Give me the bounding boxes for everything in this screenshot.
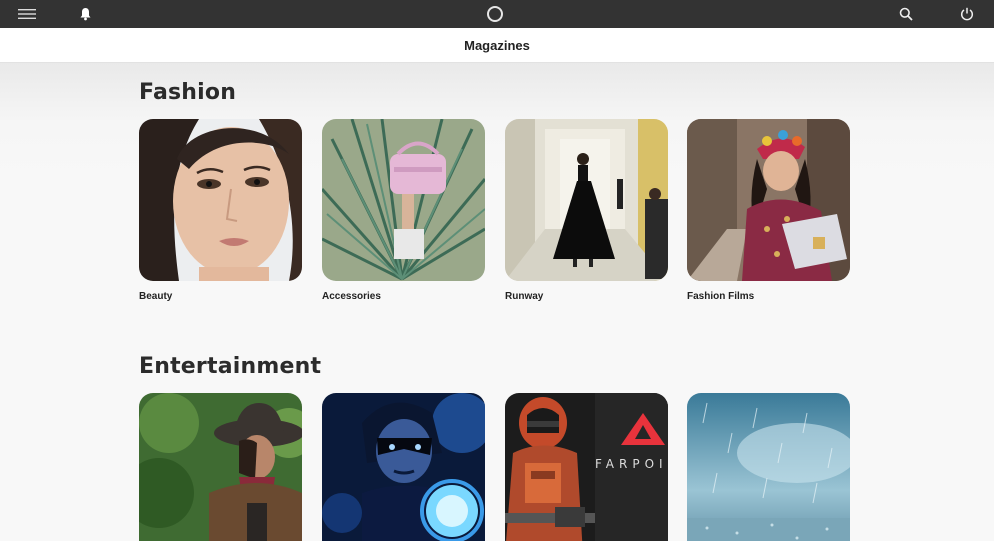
farpoint-logo-text: FARPOI <box>595 457 668 471</box>
magazines-content: Fashion Beauty Accessories Runway Fashio… <box>0 63 994 541</box>
tile-label: Runway <box>505 291 544 302</box>
tile-label: Fashion Films <box>687 291 755 302</box>
bell-icon[interactable] <box>74 0 96 28</box>
top-bar <box>0 0 994 28</box>
tile-label: Beauty <box>139 291 173 302</box>
section-title-entertainment: Entertainment <box>139 354 322 379</box>
tile-entertainment-3[interactable]: FARPOI <box>505 393 668 541</box>
tile-beauty[interactable]: Beauty <box>139 119 302 302</box>
cowboy-hat-woman-image <box>139 393 302 541</box>
power-icon[interactable] <box>956 0 978 28</box>
title-bar: Magazines <box>0 28 994 63</box>
tile-accessories[interactable]: Accessories <box>322 119 485 302</box>
rain-image <box>687 393 850 541</box>
tile-label: Accessories <box>322 291 381 302</box>
blue-face-paint-image <box>322 393 485 541</box>
farpoint-astronaut-image: FARPOI <box>505 393 668 541</box>
accessories-image <box>322 119 485 281</box>
tile-runway[interactable]: Runway <box>505 119 668 302</box>
tile-fashion-films[interactable]: Fashion Films <box>687 119 850 302</box>
tile-entertainment-2[interactable] <box>322 393 485 541</box>
tile-entertainment-1[interactable] <box>139 393 302 541</box>
runway-image <box>505 119 668 281</box>
section-title-fashion: Fashion <box>139 80 237 105</box>
search-icon[interactable] <box>895 0 917 28</box>
tile-entertainment-4[interactable] <box>687 393 850 541</box>
beauty-image <box>139 119 302 281</box>
home-circle-icon[interactable] <box>483 0 507 28</box>
fashion-films-image <box>687 119 850 281</box>
page-title: Magazines <box>464 37 530 53</box>
hamburger-menu-icon[interactable] <box>14 0 40 28</box>
